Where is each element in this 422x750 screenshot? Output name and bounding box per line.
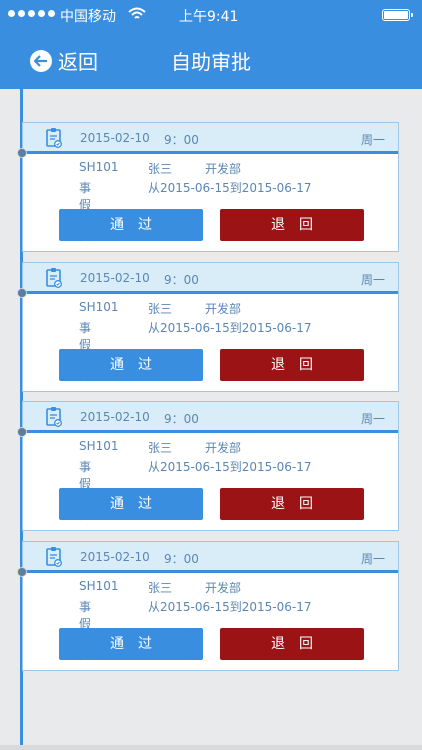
employee-name: 张三 bbox=[148, 162, 173, 176]
leave-range: 从2015-06-15到2015-06-17 bbox=[148, 600, 312, 614]
leave-range: 从2015-06-15到2015-06-17 bbox=[148, 460, 312, 474]
signal-strength-icon bbox=[8, 10, 55, 17]
reject-button[interactable]: 退回 bbox=[220, 349, 364, 381]
card-header: 2015-02-10 9：00 周一 bbox=[23, 402, 398, 433]
department: 开发部 bbox=[205, 162, 242, 176]
timeline-node bbox=[17, 288, 27, 298]
timeline-node bbox=[17, 427, 27, 437]
record-time: 9：00 bbox=[164, 133, 199, 147]
clock: 上午9:41 bbox=[179, 9, 239, 25]
record-time: 9：00 bbox=[164, 412, 199, 426]
approval-card: 2015-02-10 9：00 周一 SH101 张三 开发部 事假3天 从20… bbox=[17, 401, 399, 531]
clipboard-icon bbox=[45, 267, 63, 293]
approval-card: 2015-02-10 9：00 周一 SH101 张三 开发部 事假3天 从20… bbox=[17, 122, 399, 252]
approve-button[interactable]: 通过 bbox=[59, 488, 203, 520]
employee-name: 张三 bbox=[148, 581, 173, 595]
employee-id: SH101 bbox=[79, 579, 119, 593]
timeline-node bbox=[17, 567, 27, 577]
clipboard-icon bbox=[45, 127, 63, 153]
record-weekday: 周一 bbox=[360, 552, 385, 566]
employee-name: 张三 bbox=[148, 302, 173, 316]
wifi-icon bbox=[128, 7, 146, 25]
record-weekday: 周一 bbox=[360, 412, 385, 426]
clipboard-icon bbox=[45, 406, 63, 432]
record-time: 9：00 bbox=[164, 273, 199, 287]
department: 开发部 bbox=[205, 581, 242, 595]
clipboard-icon bbox=[45, 546, 63, 572]
reject-button[interactable]: 退回 bbox=[220, 628, 364, 660]
employee-id: SH101 bbox=[79, 160, 119, 174]
approve-button[interactable]: 通过 bbox=[59, 209, 203, 241]
record-time: 9：00 bbox=[164, 552, 199, 566]
approve-button[interactable]: 通过 bbox=[59, 349, 203, 381]
approval-card: 2015-02-10 9：00 周一 SH101 张三 开发部 事假3天 从20… bbox=[17, 262, 399, 392]
card-header: 2015-02-10 9：00 周一 bbox=[23, 542, 398, 573]
approve-button[interactable]: 通过 bbox=[59, 628, 203, 660]
battery-icon bbox=[382, 9, 413, 21]
record-date: 2015-02-10 bbox=[80, 550, 150, 564]
timeline-node bbox=[17, 148, 27, 158]
record-date: 2015-02-10 bbox=[80, 131, 150, 145]
reject-button[interactable]: 退回 bbox=[220, 209, 364, 241]
carrier-name: 中国移动 bbox=[60, 9, 116, 25]
employee-id: SH101 bbox=[79, 300, 119, 314]
reject-button[interactable]: 退回 bbox=[220, 488, 364, 520]
page-title: 自助审批 bbox=[171, 50, 251, 74]
status-bar: 中国移动 上午9:41 bbox=[0, 0, 422, 30]
department: 开发部 bbox=[205, 302, 242, 316]
leave-range: 从2015-06-15到2015-06-17 bbox=[148, 181, 312, 195]
employee-name: 张三 bbox=[148, 441, 173, 455]
record-weekday: 周一 bbox=[360, 133, 385, 147]
department: 开发部 bbox=[205, 441, 242, 455]
record-date: 2015-02-10 bbox=[80, 271, 150, 285]
bottom-shade bbox=[0, 745, 422, 750]
record-weekday: 周一 bbox=[360, 273, 385, 287]
record-date: 2015-02-10 bbox=[80, 410, 150, 424]
approval-card: 2015-02-10 9：00 周一 SH101 张三 开发部 事假3天 从20… bbox=[17, 541, 399, 671]
employee-id: SH101 bbox=[79, 439, 119, 453]
card-header: 2015-02-10 9：00 周一 bbox=[23, 263, 398, 294]
card-header: 2015-02-10 9：00 周一 bbox=[23, 123, 398, 154]
app-header: 中国移动 上午9:41 返回 自助审批 bbox=[0, 0, 422, 89]
leave-range: 从2015-06-15到2015-06-17 bbox=[148, 321, 312, 335]
